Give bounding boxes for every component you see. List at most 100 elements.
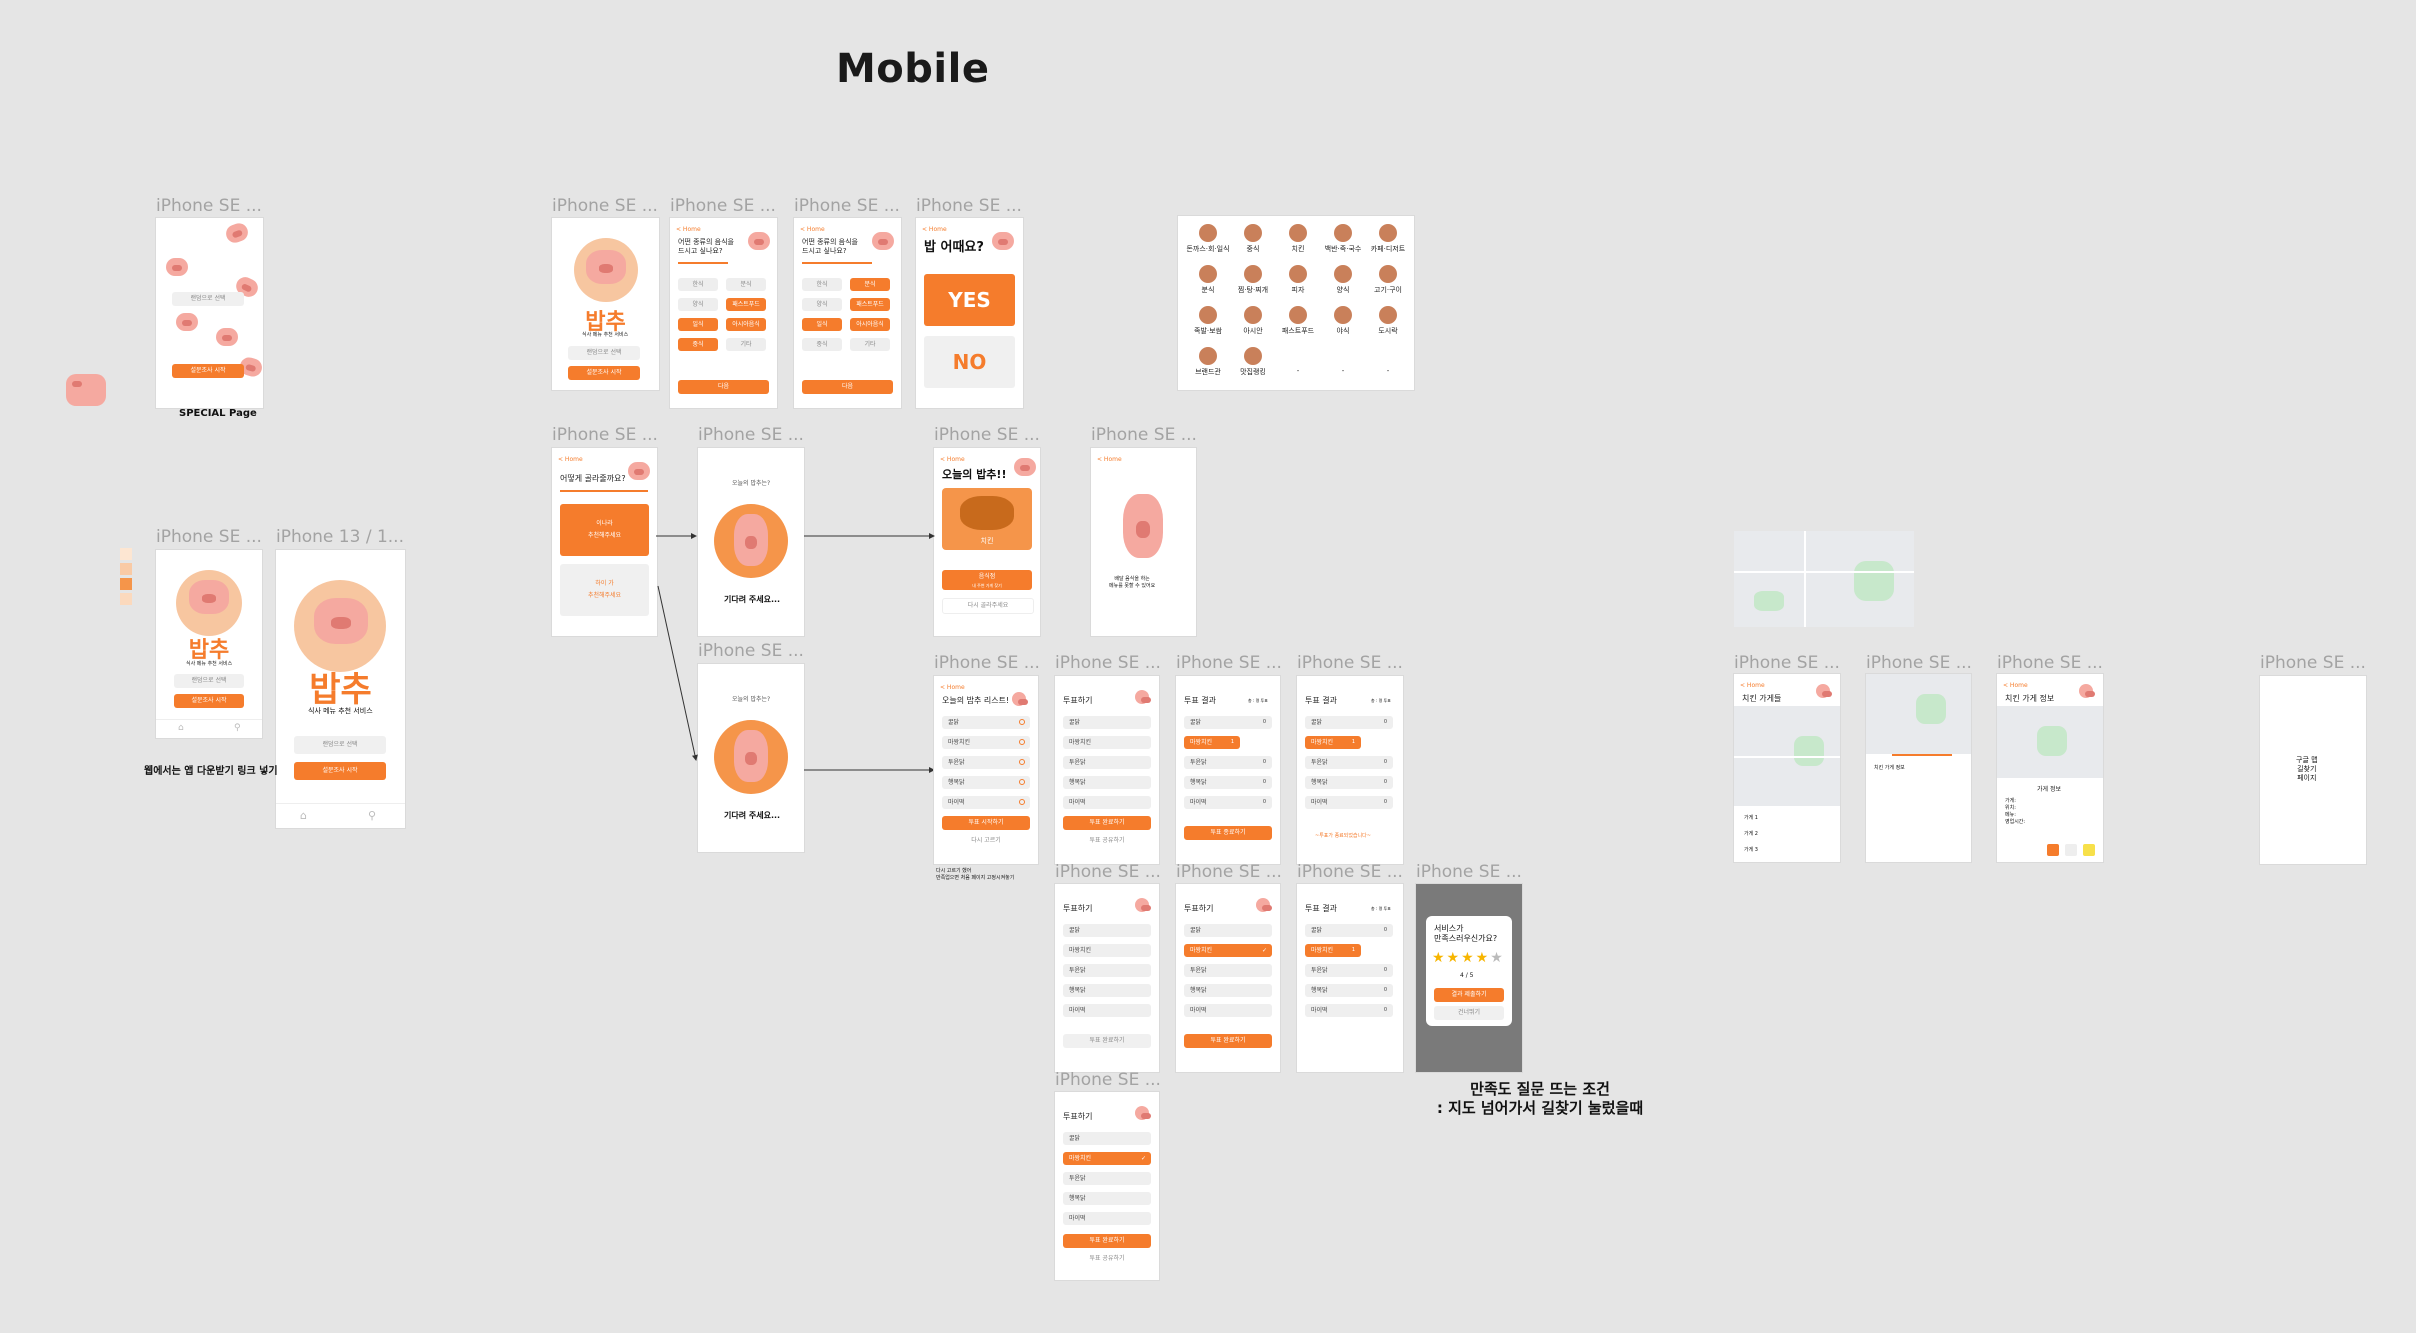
vote-option[interactable]: 행복닭 (1063, 1192, 1151, 1205)
category-item[interactable]: 찜·탕·찌개 (1231, 265, 1275, 295)
special-page-frame[interactable]: 랜덤으로 선택 설문조사 시작 (156, 218, 263, 408)
today-result-frame[interactable]: < Home 오늘의 밥추!! 치킨 음식점 내 주변 가게 찾기 다시 골라주… (934, 448, 1040, 636)
rating-frame[interactable]: 서비스가 만족스러우신가요? ★★★★★ 4 / 5 결과 제출하기 건너뛰기 (1416, 884, 1522, 1072)
start-survey-button[interactable]: 설문조사 시작 (172, 364, 244, 378)
vote-result-frame[interactable]: 투표 결과 총 : 명 투표 꿀닭 0 마왕치킨 1 투윤닭 0 행복닭 0 마이떡 0 투표 종… (1176, 676, 1280, 864)
category-item[interactable]: 도시락 (1366, 306, 1410, 336)
vote-start-button[interactable]: 투표 시작하기 (942, 816, 1030, 830)
find-store-button[interactable]: 음식점 내 주변 가게 찾기 (942, 570, 1032, 590)
back-link[interactable]: < Home (2003, 682, 2028, 689)
option-pill[interactable]: 한식 (678, 278, 718, 291)
yes-button[interactable]: YES (924, 274, 1015, 326)
vote-option[interactable]: 행복닭 (1063, 776, 1151, 789)
home-frame-large[interactable]: 밥추 식사 메뉴 추천 서비스 랜덤으로 선택 설문조사 시작 ⌂ ⚲ (276, 550, 405, 828)
option-a-button[interactable]: 이나라 추천해주세요 (560, 504, 649, 556)
category-item[interactable]: 아시안 (1231, 306, 1275, 336)
vote-share-button[interactable]: 투표 공유하기 (1063, 1252, 1151, 1266)
pin-icon[interactable]: ⚲ (368, 809, 376, 822)
store-map[interactable] (1997, 706, 2103, 778)
back-link[interactable]: < Home (558, 456, 583, 463)
store-map-frame[interactable]: 치킨 가게 정보 (1866, 674, 1971, 862)
store-list-frame[interactable]: < Home 치킨 가게들 가게 1 가게 2 가게 3 (1734, 674, 1840, 862)
vote-option[interactable]: 꿀닭 0 (1305, 716, 1393, 729)
frame-label[interactable]: iPhone SE ... (794, 196, 900, 216)
vote-option[interactable]: 마왕치킨 ✓ (1184, 944, 1272, 957)
list-item[interactable]: 마이떡 (942, 796, 1030, 809)
vote-option[interactable]: 마왕치킨 1 (1184, 736, 1240, 749)
option-pill[interactable]: 중식 (678, 338, 718, 351)
category-item[interactable]: 야식 (1321, 306, 1365, 336)
vote-option[interactable]: 꿀닭 (1063, 716, 1151, 729)
frame-label[interactable]: iPhone SE ... (1055, 653, 1161, 673)
vote-option[interactable]: 마이떡 0 (1305, 1004, 1393, 1017)
frame-label[interactable]: iPhone SE ... (156, 196, 262, 216)
frame-label[interactable]: iPhone SE ... (1866, 653, 1972, 673)
home-frame[interactable]: 밥추 식사 메뉴 추천 서비스 랜덤으로 선택 설문조사 시작 ⌂ ⚲ (156, 550, 262, 738)
vote-frame[interactable]: 투표하기 꿀닭 마왕치킨 투윤닭 행복닭 마이떡 투표 완료하기 (1055, 884, 1159, 1072)
list-frame[interactable]: < Home 오늘의 밥추 리스트! 꿀닭 마왕치킨 투윤닭 행복닭 마이떡 투표 시작… (934, 676, 1038, 864)
frame-label[interactable]: iPhone SE ... (2260, 653, 2366, 673)
category-item[interactable]: 피자 (1276, 265, 1320, 295)
vote-option[interactable]: 행복닭 0 (1184, 776, 1272, 789)
vote-option[interactable]: 투윤닭 0 (1305, 756, 1393, 769)
vote-option[interactable]: 투윤닭 (1063, 756, 1151, 769)
back-link[interactable]: < Home (1097, 456, 1122, 463)
frame-label[interactable]: iPhone SE ... (916, 196, 1022, 216)
category-item[interactable]: 돈까스·회·일식 (1186, 224, 1230, 254)
option-pill[interactable]: 양식 (802, 298, 842, 311)
rating-skip-button[interactable]: 건너뛰기 (1434, 1006, 1504, 1020)
vote-end-button[interactable]: 투표 종료하기 (1184, 826, 1272, 840)
category-item[interactable]: - (1276, 347, 1320, 375)
category-item[interactable]: 브랜드관 (1186, 347, 1230, 377)
option-pill[interactable]: 패스트푸드 (850, 298, 890, 311)
pin-icon[interactable]: ⚲ (234, 723, 241, 733)
category-item[interactable]: 카페·디저트 (1366, 224, 1410, 254)
category-item[interactable]: 맛집랭킹 (1231, 347, 1275, 377)
category-item[interactable]: 고기·구이 (1366, 265, 1410, 295)
splash-frame[interactable]: 밥추 식사 메뉴 추천 서비스 랜덤으로 선택 설문조사 시작 (552, 218, 659, 390)
next-button[interactable]: 다음 (678, 380, 769, 394)
vote-option[interactable]: 마이떡 0 (1305, 796, 1393, 809)
survey-frame[interactable]: < Home 어떤 종류의 음식을 드시고 싶나요? 한식 분식 양식 패스트푸… (670, 218, 777, 408)
vote-submit-button[interactable]: 투표 완료하기 (1063, 816, 1151, 830)
frame-label[interactable]: iPhone SE ... (1055, 1070, 1161, 1090)
list-item[interactable]: 꿀닭 (942, 716, 1030, 729)
frame-label[interactable]: iPhone SE ... (934, 425, 1040, 445)
random-select-button[interactable]: 랜덤으로 선택 (172, 292, 244, 306)
vote-option[interactable]: 마왕치킨 (1063, 944, 1151, 957)
vote-option[interactable]: 꿀닭 0 (1305, 924, 1393, 937)
vote-option[interactable]: 꿀닭 (1184, 924, 1272, 937)
option-pill[interactable]: 아시아음식 (726, 318, 766, 331)
list-item[interactable]: 행복닭 (942, 776, 1030, 789)
frame-label[interactable]: iPhone SE ... (1997, 653, 2103, 673)
option-pill[interactable]: 기타 (850, 338, 890, 351)
share-icon[interactable] (2047, 844, 2059, 856)
option-pill[interactable]: 아시아음식 (850, 318, 890, 331)
store-detail-frame[interactable]: < Home 치킨 가게 정보 가게 정보 가게: 위치: 메뉴: 영업시간: (1997, 674, 2103, 862)
frame-label[interactable]: iPhone SE ... (670, 196, 776, 216)
option-pill[interactable]: 분식 (726, 278, 766, 291)
option-pill[interactable]: 분식 (850, 278, 890, 291)
location-pin-icon[interactable] (1019, 759, 1025, 765)
back-link[interactable]: < Home (676, 226, 701, 233)
how-choose-frame[interactable]: < Home 어떻게 골라줄까요? 이나라 추천해주세요 하이 가 추천해주세요 (552, 448, 657, 636)
store-map[interactable] (1734, 706, 1840, 806)
random-select-button[interactable]: 랜덤으로 선택 (568, 346, 640, 360)
vote-frame[interactable]: 투표하기 꿀닭 마왕치킨 투윤닭 행복닭 마이떡 투표 완료하기 투표 공유하기 (1055, 676, 1159, 864)
sheet-handle[interactable] (1892, 754, 1952, 756)
frame-label[interactable]: iPhone 13 / 1... (276, 527, 404, 547)
option-pill[interactable]: 한식 (802, 278, 842, 291)
survey-frame[interactable]: < Home 어떤 종류의 음식을 드시고 싶나요? 한식 분식 양식 패스트푸… (794, 218, 901, 408)
frame-label[interactable]: iPhone SE ... (156, 527, 262, 547)
option-pill[interactable]: 기타 (726, 338, 766, 351)
vote-option[interactable]: 마왕치킨 (1063, 736, 1151, 749)
vote-option[interactable]: 투윤닭 0 (1184, 756, 1272, 769)
vote-option[interactable]: 마이떡 (1063, 796, 1151, 809)
random-select-button[interactable]: 랜덤으로 선택 (294, 736, 386, 754)
vote-option[interactable]: 행복닭 0 (1305, 776, 1393, 789)
option-b-button[interactable]: 하이 가 추천해주세요 (560, 564, 649, 616)
option-pill[interactable]: 패스트푸드 (726, 298, 766, 311)
store-item[interactable]: 가게 3 (1744, 846, 1758, 853)
retry-button[interactable]: 다시 고르기 (942, 834, 1030, 848)
category-item[interactable]: - (1321, 347, 1365, 375)
